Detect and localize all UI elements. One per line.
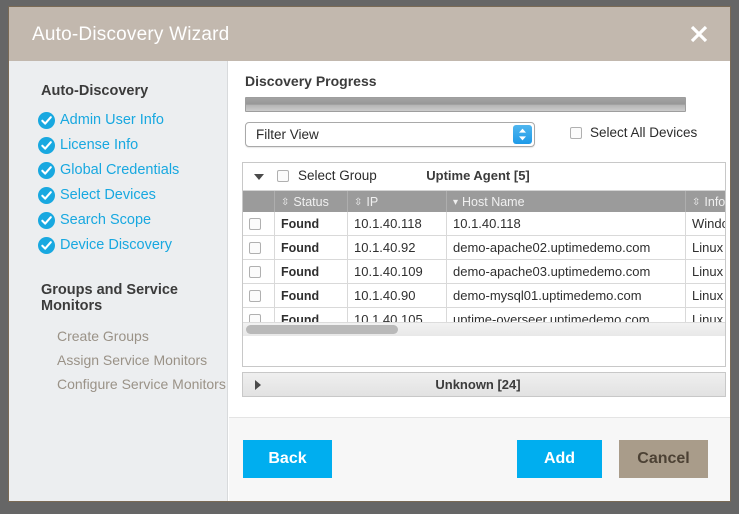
horizontal-scrollbar-thumb[interactable] [246,325,398,334]
filter-row: Filter View Select All Devices [245,122,720,148]
device-table-scroll-region: ⇳ Status ⇳ IP ▾ Host Name ⇳ Info Found 10.1.… [243,191,725,336]
sidebar-item-configure-service-monitors[interactable]: Configure Service Monitors [9,372,227,396]
group-title: Uptime Agent [5] [426,168,530,183]
dialog-body: Auto-Discovery Admin User Info License I… [9,61,730,501]
chevron-updown-icon [513,125,532,144]
sidebar-section-title-auto-discovery: Auto-Discovery [41,83,149,99]
group-header-uptime-agent: Select Group Uptime Agent [5] [243,163,725,191]
sidebar-item-global-credentials[interactable]: Global Credentials [9,158,227,183]
row-info: Linux dem [685,283,725,308]
filter-view-value: Filter View [256,127,319,142]
device-table: ⇳ Status ⇳ IP ▾ Host Name ⇳ Info Found 10.1.… [243,191,725,332]
horizontal-scrollbar[interactable] [243,322,725,336]
back-button[interactable]: Back [243,440,332,478]
sidebar-substep-list: Create Groups Assign Service Monitors Co… [9,314,227,396]
dialog-title: Auto-Discovery Wizard [32,24,230,45]
row-checkbox-cell[interactable] [243,259,275,284]
table-row[interactable]: Found 10.1.40.118 10.1.40.118 Windows_ [243,212,725,236]
table-row[interactable]: Found 10.1.40.109 demo-apache03.uptimede… [243,259,725,284]
row-ip: 10.1.40.90 [347,283,447,308]
check-circle-icon [38,212,55,229]
sort-desc-icon: ▾ [453,196,459,208]
sidebar-item-label: Select Devices [60,187,156,203]
discovery-progress-bar [245,97,686,112]
sidebar-item-create-groups[interactable]: Create Groups [9,324,227,348]
filter-view-select[interactable]: Filter View [245,122,535,147]
row-checkbox[interactable] [249,242,261,254]
check-circle-icon [38,112,55,129]
sort-updown-icon: ⇳ [281,196,290,208]
row-checkbox[interactable] [249,218,261,230]
sort-updown-icon: ⇳ [692,196,701,208]
column-header-ip[interactable]: ⇳ IP [347,191,447,212]
select-all-devices-label: Select All Devices [590,125,698,140]
row-status: Found [274,235,348,260]
cancel-button[interactable]: Cancel [619,440,708,478]
row-info: Windows_ [685,212,725,236]
row-status: Found [274,283,348,308]
dialog-titlebar: Auto-Discovery Wizard [9,7,730,62]
row-host-name: 10.1.40.118 [446,212,686,236]
sidebar-item-search-scope[interactable]: Search Scope [9,208,227,233]
row-info: Linux dem [685,259,725,284]
main-panel: Discovery Progress Filter View Select Al… [229,61,730,501]
sidebar-item-label: Device Discovery [60,237,172,253]
discovery-progress-fill [246,98,685,111]
row-ip: 10.1.40.92 [347,235,447,260]
check-circle-icon [38,187,55,204]
sidebar-item-label: Global Credentials [60,162,180,178]
sidebar-step-list: Admin User Info License Info Global Cred… [9,99,227,258]
row-checkbox-cell[interactable] [243,235,275,260]
auto-discovery-wizard-dialog: Auto-Discovery Wizard Auto-Discovery Adm… [8,6,731,502]
column-header-info[interactable]: ⇳ Info [685,191,725,212]
unknown-group-title: Unknown [24] [435,377,521,392]
column-header-checkbox[interactable] [243,191,275,212]
table-row[interactable]: Found 10.1.40.90 demo-mysql01.uptimedemo… [243,283,725,308]
column-header-label: IP [366,194,379,209]
sidebar-item-license-info[interactable]: License Info [9,133,227,158]
wizard-sidebar: Auto-Discovery Admin User Info License I… [9,61,228,501]
row-checkbox[interactable] [249,266,261,278]
checkbox-box [570,127,582,139]
sidebar-item-label: Search Scope [60,212,152,228]
sidebar-section-title-groups-and-service-monitors: Groups and Service Monitors [41,282,178,314]
select-all-devices-checkbox[interactable]: Select All Devices [570,124,697,144]
device-table-panel: Select Group Uptime Agent [5] ⇳ Status ⇳ I… [242,162,726,367]
row-host-name: demo-apache02.uptimedemo.com [446,235,686,260]
sidebar-item-label: Admin User Info [60,112,164,128]
column-header-label: Info [704,194,725,209]
check-circle-icon [38,162,55,179]
row-info: Linux dem [685,235,725,260]
check-circle-icon [38,137,55,154]
column-header-host-name[interactable]: ▾ Host Name [446,191,686,212]
table-row[interactable]: Found 10.1.40.92 demo-apache02.uptimedem… [243,235,725,260]
sidebar-item-admin-user-info[interactable]: Admin User Info [9,108,227,133]
row-status: Found [274,212,348,236]
sidebar-item-select-devices[interactable]: Select Devices [9,183,227,208]
row-ip: 10.1.40.109 [347,259,447,284]
table-header-row: ⇳ Status ⇳ IP ▾ Host Name ⇳ Info [243,191,725,212]
close-icon[interactable] [682,17,716,51]
sidebar-item-label: License Info [60,137,139,153]
sort-updown-icon: ⇳ [354,196,363,208]
row-host-name: demo-apache03.uptimedemo.com [446,259,686,284]
row-checkbox[interactable] [249,290,261,302]
dialog-footer: Back Add Cancel [229,417,730,501]
row-checkbox-cell[interactable] [243,212,275,236]
row-status: Found [274,259,348,284]
sidebar-item-assign-service-monitors[interactable]: Assign Service Monitors [9,348,227,372]
column-header-label: Host Name [462,194,525,209]
row-checkbox-cell[interactable] [243,283,275,308]
column-header-label: Status [293,194,329,209]
column-header-status[interactable]: ⇳ Status [274,191,348,212]
row-host-name: demo-mysql01.uptimedemo.com [446,283,686,308]
add-button[interactable]: Add [517,440,602,478]
row-ip: 10.1.40.118 [347,212,447,236]
check-circle-icon [38,237,55,254]
group-header-unknown[interactable]: Unknown [24] [242,372,726,397]
discovery-progress-label: Discovery Progress [245,73,377,89]
sidebar-item-device-discovery[interactable]: Device Discovery [9,233,227,258]
